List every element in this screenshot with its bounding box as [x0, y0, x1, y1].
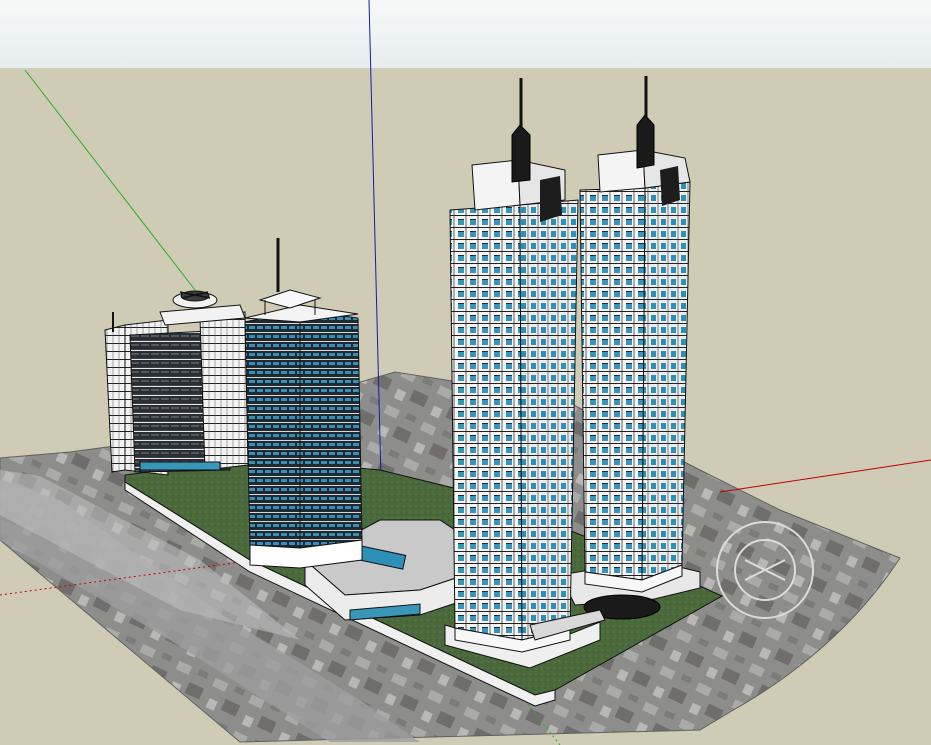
- sketchup-viewport[interactable]: [0, 0, 931, 745]
- 3d-scene[interactable]: [0, 0, 931, 745]
- sky-background: [0, 0, 931, 68]
